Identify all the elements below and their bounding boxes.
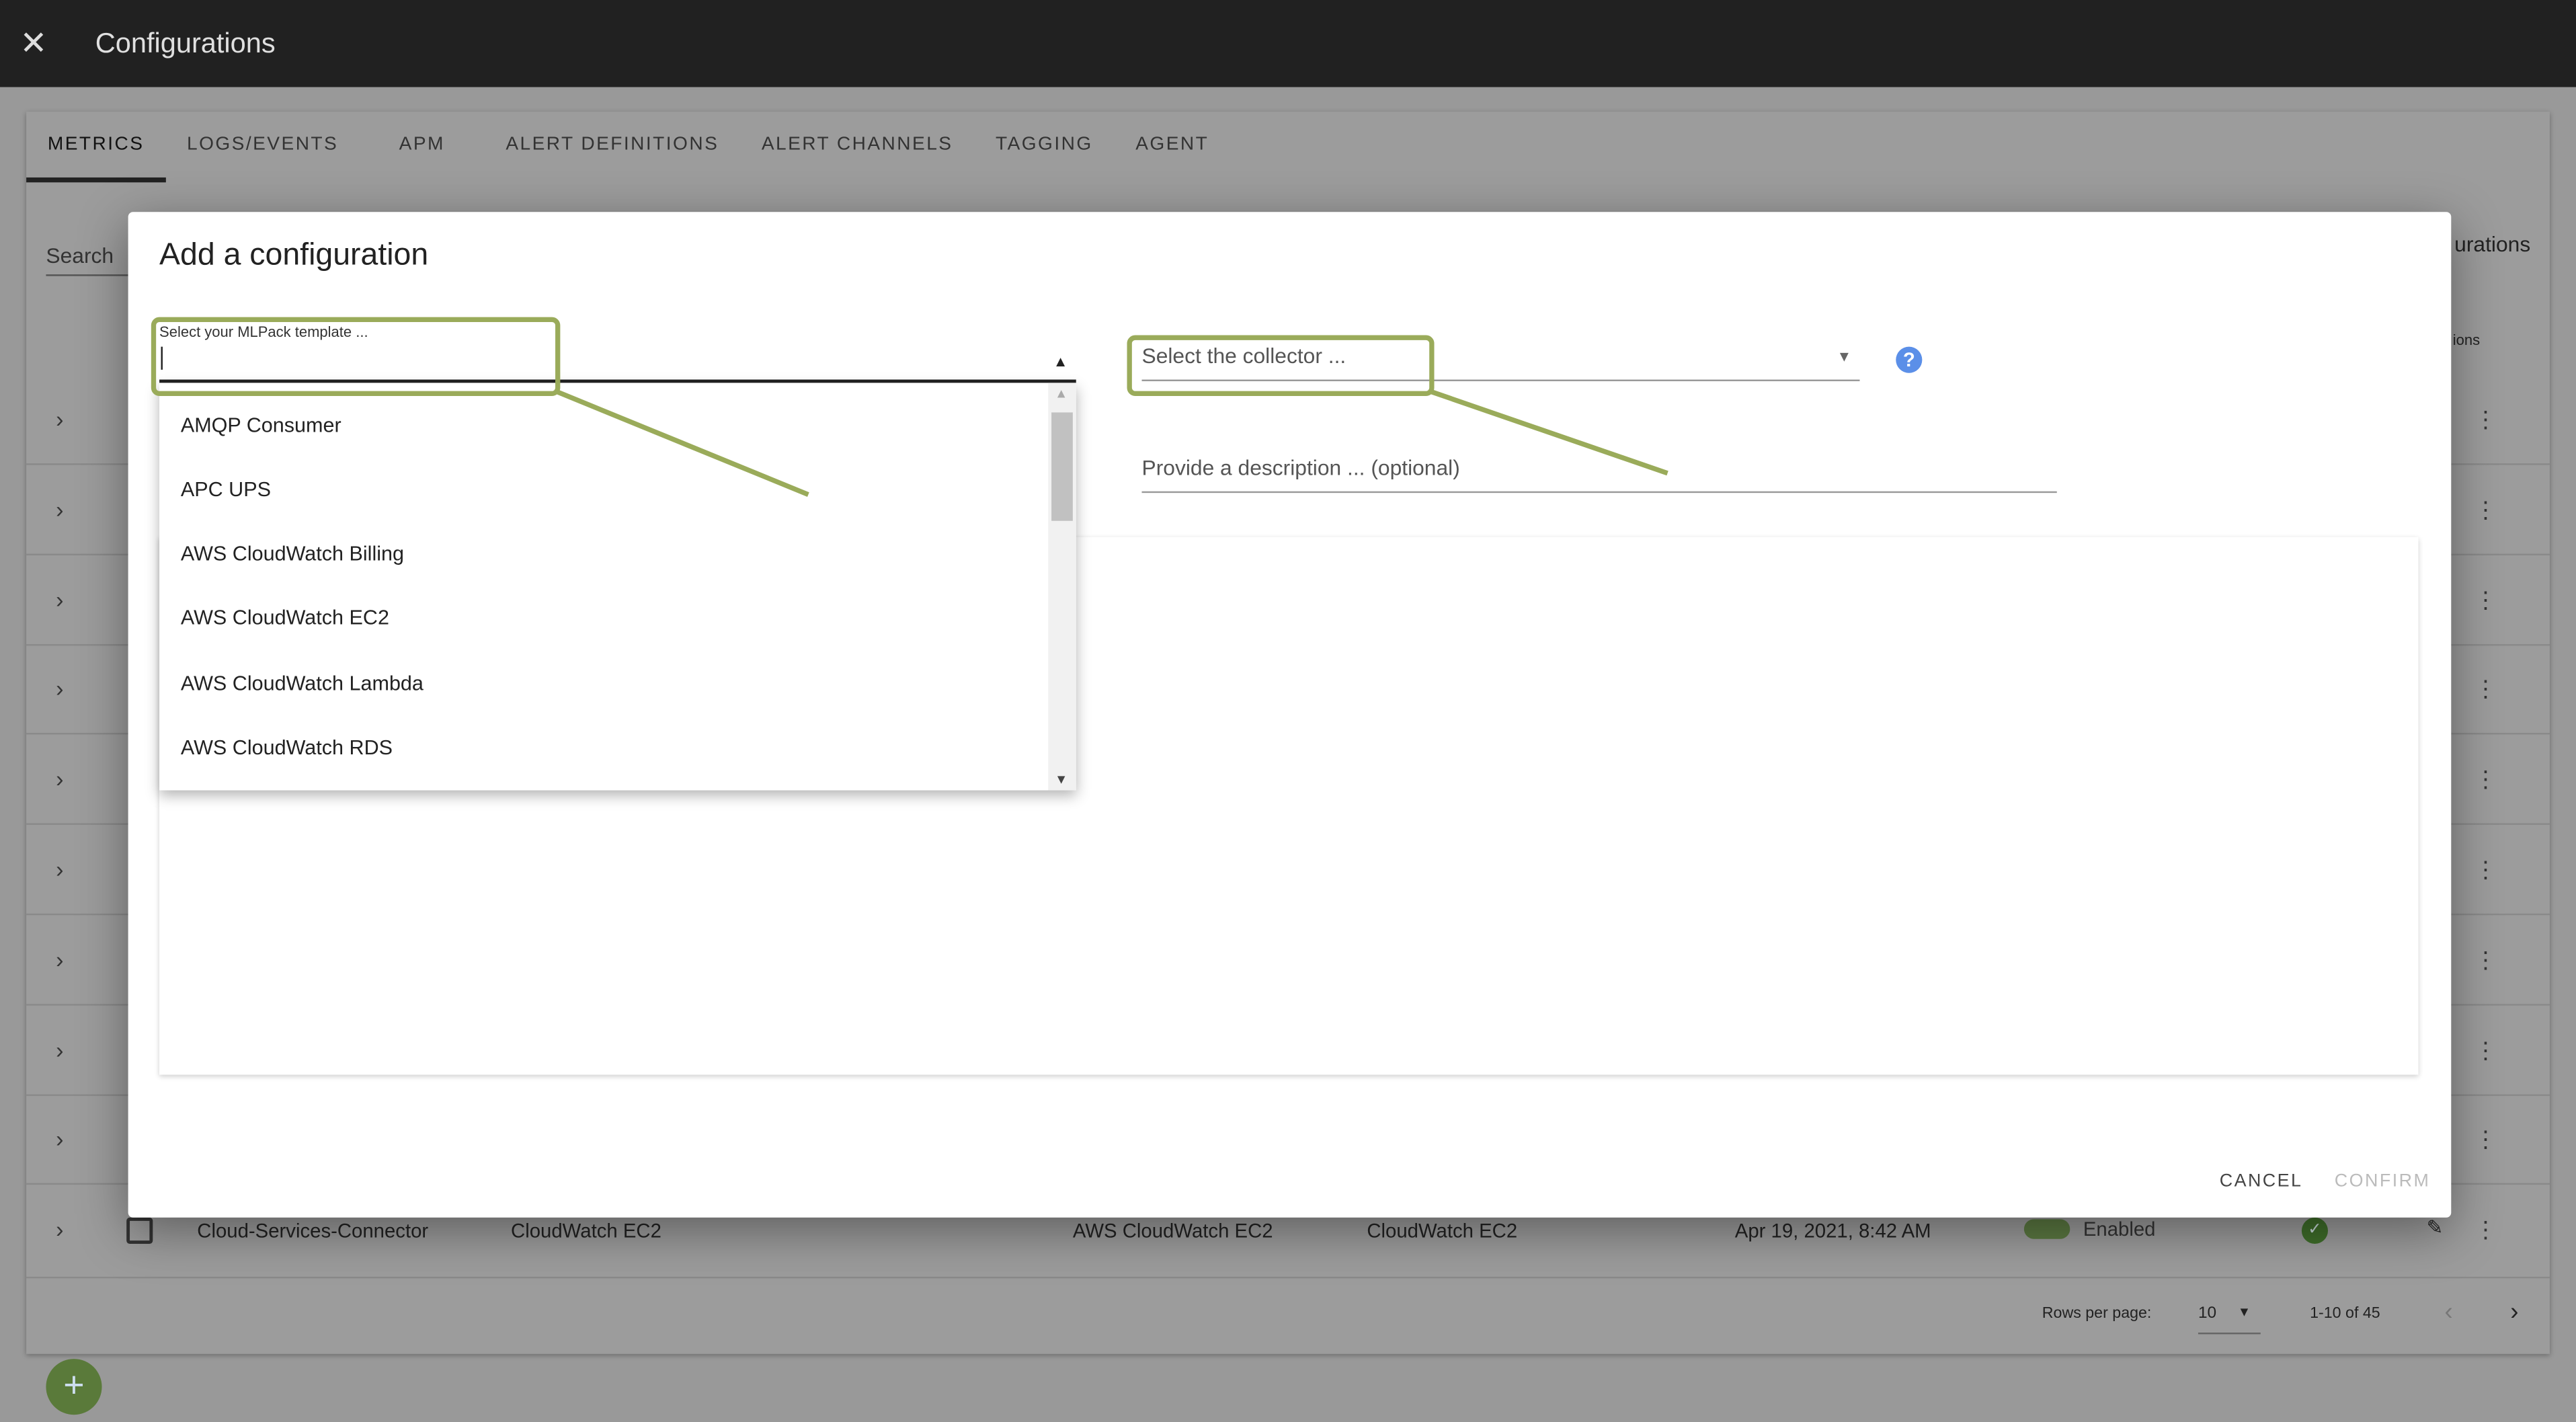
- annotation-line: [1428, 389, 1668, 476]
- annotation-line: [554, 389, 809, 498]
- annotation-lines: [554, 389, 1668, 498]
